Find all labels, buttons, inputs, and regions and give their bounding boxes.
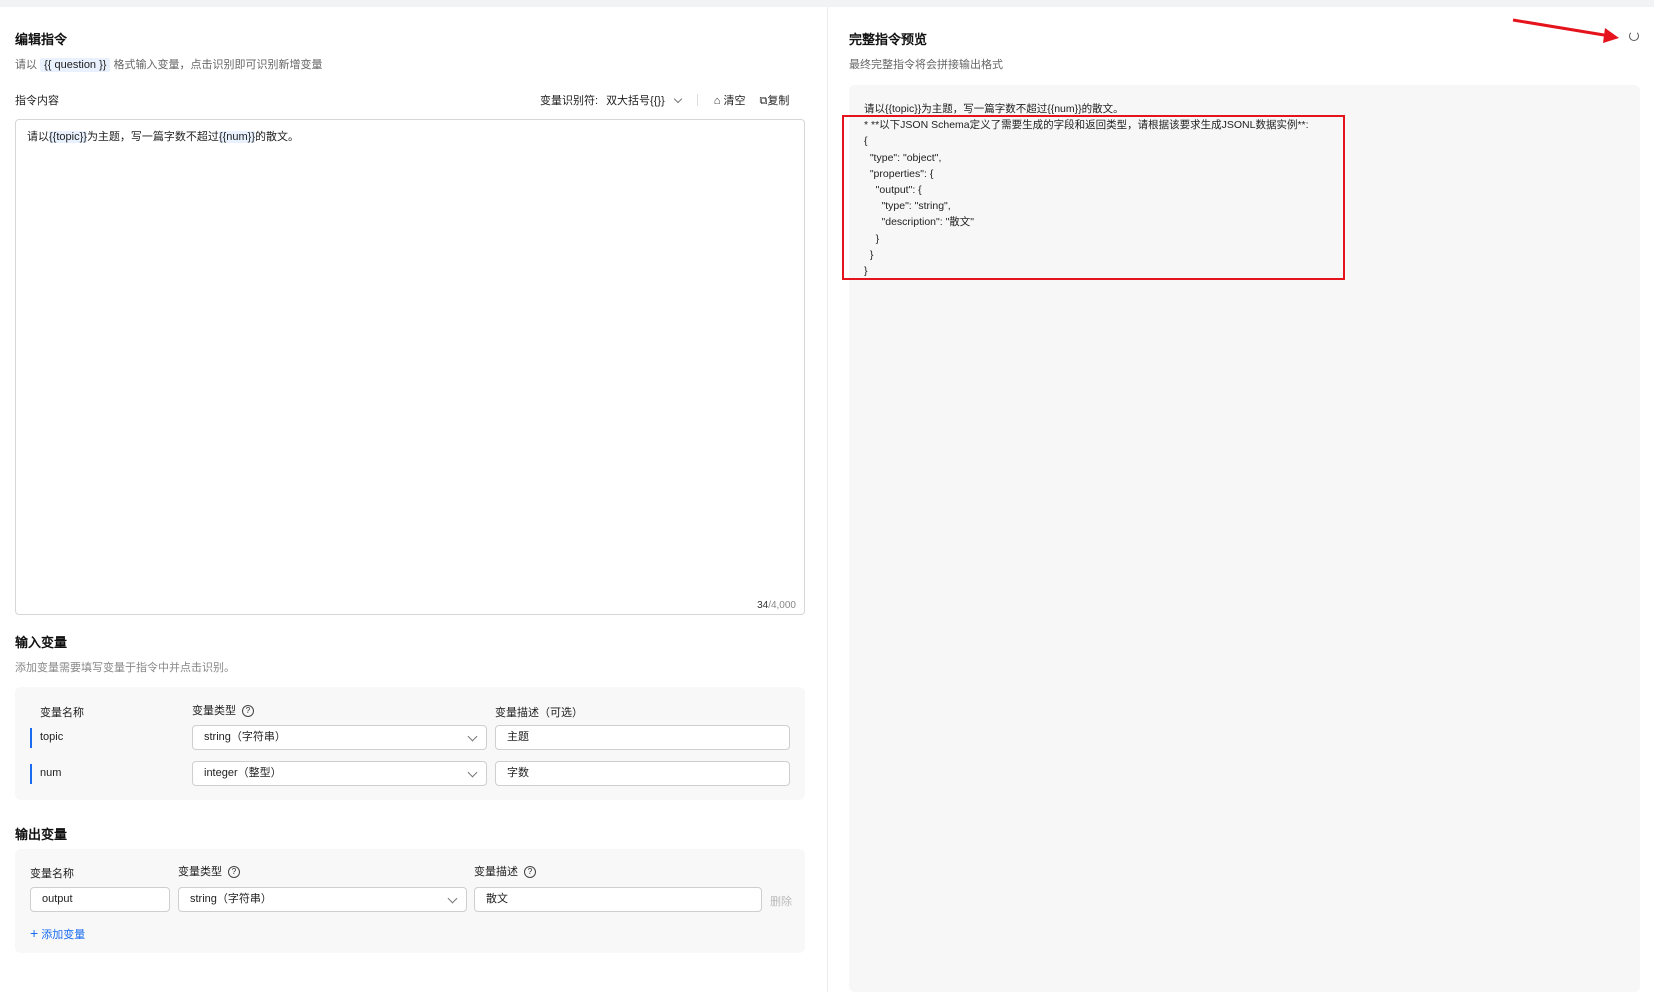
- var-desc-input[interactable]: 字数: [495, 761, 790, 786]
- identifier-select[interactable]: 双大括号{{}}: [606, 92, 683, 108]
- col-name: 变量名称: [30, 868, 74, 880]
- hint-suffix: 格式输入变量，点击识别即可识别新增变量: [113, 59, 323, 71]
- var-type-select[interactable]: integer（整型）: [192, 761, 487, 786]
- input-vars-title: 输入变量: [15, 635, 68, 650]
- col-type: 变量类型?: [178, 863, 240, 879]
- instr-text: 为主题，写一篇字数不超过: [86, 131, 219, 143]
- chevron-down-icon: [447, 893, 458, 904]
- chevron-down-icon: [673, 94, 683, 103]
- instruction-textarea[interactable]: 请以{{topic}}为主题，写一篇字数不超过{{num}}的散文。 34/4,…: [15, 119, 805, 615]
- help-icon[interactable]: ?: [242, 705, 254, 718]
- char-counter: 34/4,000: [757, 600, 796, 611]
- row-marker: [30, 764, 32, 784]
- help-icon[interactable]: ?: [228, 866, 240, 879]
- clear-button[interactable]: ⌂ 清空: [714, 92, 746, 108]
- col-type-label: 变量类型: [192, 705, 236, 717]
- char-max: /4,000: [768, 600, 796, 611]
- help-icon[interactable]: ?: [524, 866, 536, 879]
- col-desc: 变量描述（可选）: [495, 707, 583, 719]
- annotation-box: [842, 115, 1345, 280]
- output-vars-title: 输出变量: [15, 827, 68, 842]
- var-type-value: integer（整型）: [204, 767, 282, 779]
- annotation-arrow-icon: [1512, 18, 1619, 43]
- input-vars-subtitle: 添加变量需要填写变量于指令中并点击识别。: [15, 662, 235, 674]
- copy-button[interactable]: ⧉复制: [759, 92, 789, 108]
- plus-icon: +: [30, 925, 39, 941]
- edit-hint: 请以 {{ question }} 格式输入变量，点击识别即可识别新增变量: [15, 56, 323, 72]
- identifier-value: 双大括号{{}}: [606, 95, 665, 107]
- refresh-icon[interactable]: [1629, 31, 1639, 41]
- content-toolbar: 变量识别符: 双大括号{{}} ⌂ 清空 ⧉复制: [540, 92, 789, 108]
- var-type-value: string（字符串）: [204, 731, 286, 743]
- delete-button[interactable]: 删除: [770, 893, 792, 909]
- var-desc-input[interactable]: 主题: [495, 725, 790, 750]
- col-desc-label: 变量描述: [474, 866, 518, 878]
- var-type-select[interactable]: string（字符串）: [192, 725, 487, 750]
- chevron-down-icon: [467, 731, 478, 742]
- char-count: 34: [757, 600, 769, 611]
- col-desc: 变量描述?: [474, 863, 536, 879]
- add-variable-button[interactable]: + 添加变量: [30, 925, 85, 942]
- preview-title: 完整指令预览: [849, 32, 928, 47]
- copy-label: 复制: [767, 95, 790, 107]
- instr-var-num: {{num}}: [218, 131, 256, 143]
- var-name: num: [40, 767, 62, 779]
- col-type-label: 变量类型: [178, 866, 222, 878]
- col-type: 变量类型?: [192, 702, 254, 718]
- edit-title: 编辑指令: [15, 32, 68, 47]
- preview-subtitle: 最终完整指令将会拼接输出格式: [849, 59, 1003, 71]
- hint-tag: {{ question }}: [40, 58, 111, 72]
- instr-var-topic: {{topic}}: [49, 131, 87, 143]
- instr-text: 的散文。: [255, 131, 300, 143]
- col-name: 变量名称: [40, 707, 84, 719]
- add-variable-label: 添加变量: [41, 929, 86, 941]
- output-name-input[interactable]: output: [30, 887, 170, 912]
- chevron-down-icon: [467, 767, 478, 778]
- clear-icon: ⌂: [713, 95, 721, 107]
- panel-divider: [827, 7, 828, 992]
- output-desc-input[interactable]: 散文: [474, 887, 762, 912]
- hint-prefix: 请以: [15, 59, 37, 71]
- toolbar-separator: [696, 94, 698, 106]
- var-name: topic: [40, 731, 64, 743]
- output-type-select[interactable]: string（字符串）: [178, 887, 467, 912]
- clear-label: 清空: [723, 95, 746, 107]
- row-marker: [30, 728, 32, 748]
- content-label: 指令内容: [15, 95, 59, 107]
- top-bar: [0, 0, 1654, 7]
- output-type-value: string（字符串）: [190, 893, 272, 905]
- instr-text: 请以: [27, 131, 49, 143]
- identifier-label: 变量识别符:: [540, 95, 599, 107]
